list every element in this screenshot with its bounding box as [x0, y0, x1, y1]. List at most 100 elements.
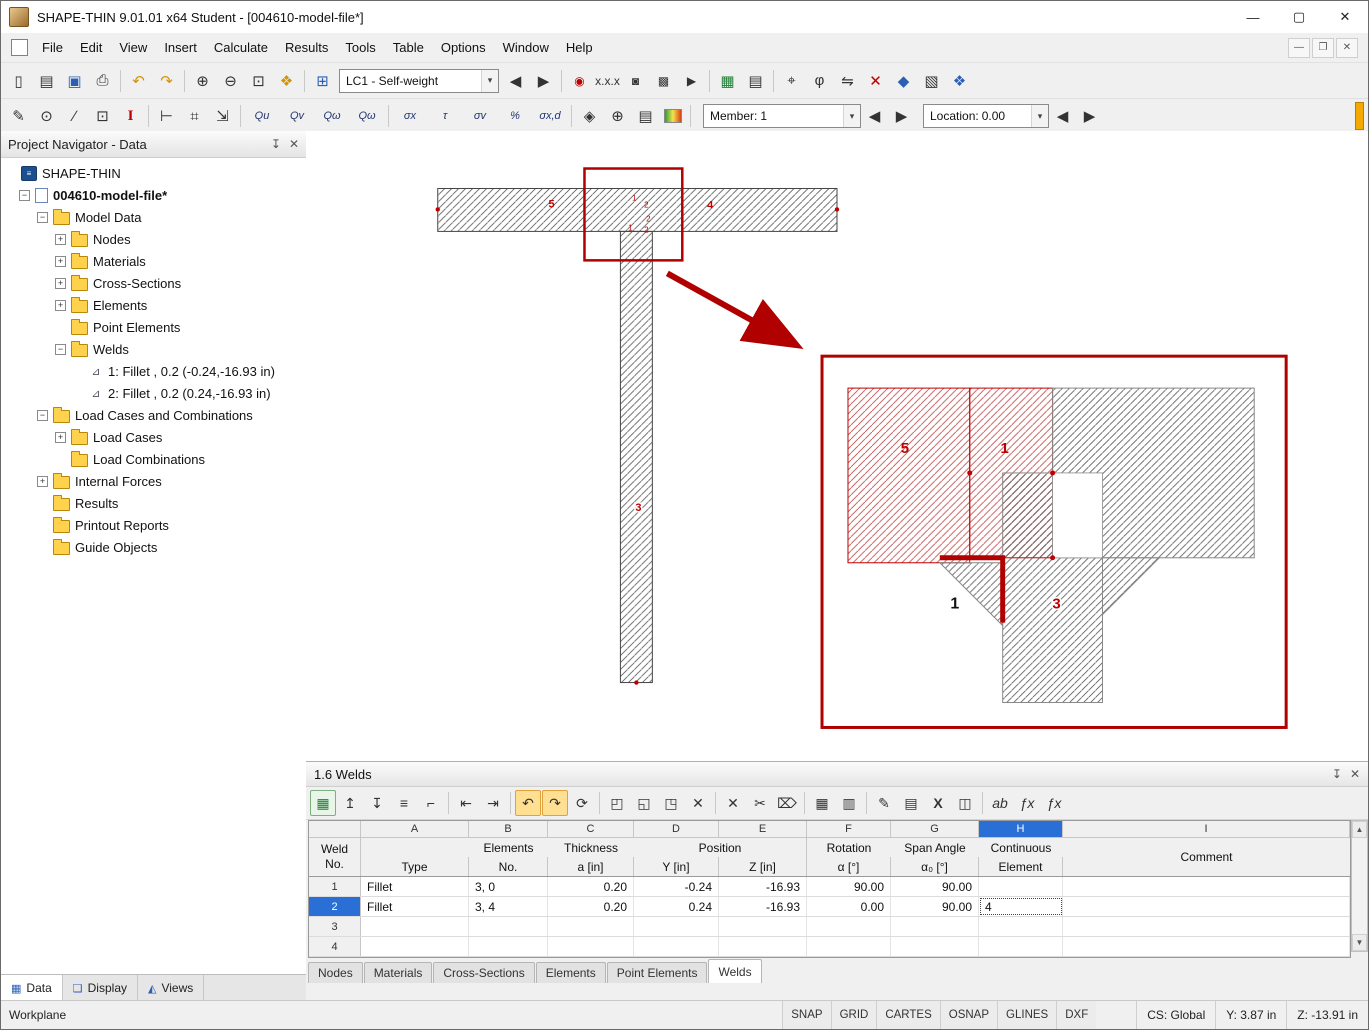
toggle-snap[interactable]: SNAP — [782, 1001, 831, 1029]
chevron-down-icon[interactable]: ▾ — [481, 69, 498, 92]
table-fill-icon[interactable]: ▦ — [809, 790, 835, 816]
scroll-up-icon[interactable]: ▲ — [1352, 821, 1367, 838]
tree-item-printout-reports[interactable]: Printout Reports — [1, 514, 306, 536]
menu-view[interactable]: View — [111, 36, 155, 59]
shear-qv-icon[interactable]: Qv — [280, 103, 314, 130]
toggle-dxf[interactable]: DXF — [1056, 1001, 1097, 1029]
cell-continuous-element[interactable] — [979, 917, 1063, 936]
cell-position-y[interactable]: 0.24 — [634, 897, 719, 916]
measure-icon[interactable]: ⌗ — [181, 103, 208, 130]
tree-expander-icon[interactable]: + — [55, 233, 66, 245]
settings-icon[interactable]: ❖ — [946, 67, 973, 94]
cell-comment[interactable] — [1063, 877, 1350, 896]
tree-item-elements[interactable]: + Elements — [1, 294, 306, 316]
cell-thickness[interactable] — [548, 917, 634, 936]
tree-expander-icon[interactable]: − — [55, 343, 66, 355]
previous-location-icon[interactable]: ◀ — [1049, 103, 1076, 130]
cell-rotation[interactable]: 90.00 — [807, 877, 891, 896]
tree-item-weld-2[interactable]: ⊿ 2: Fillet , 0.2 (0.24,-16.93 in) — [1, 382, 306, 404]
tree-item-results[interactable]: Results — [1, 492, 306, 514]
column-letter-E[interactable]: E — [719, 821, 807, 837]
section-info-icon[interactable]: I — [117, 103, 144, 130]
cell-position-y[interactable] — [634, 917, 719, 936]
new-load-case-icon[interactable]: ⊞ — [309, 67, 336, 94]
table-tab-welds[interactable]: Welds — [708, 959, 762, 983]
percent-icon[interactable]: % — [498, 103, 532, 130]
cell-position-z[interactable] — [719, 937, 807, 956]
menu-insert[interactable]: Insert — [156, 36, 205, 59]
tree-item-welds[interactable]: − Welds — [1, 338, 306, 360]
minimize-button[interactable]: — — [1230, 1, 1276, 33]
column-letter-C[interactable]: C — [548, 821, 634, 837]
cell-comment[interactable] — [1063, 937, 1350, 956]
close-panel-icon[interactable]: ✕ — [1350, 767, 1360, 781]
cell-position-y[interactable]: -0.24 — [634, 877, 719, 896]
tau-icon[interactable]: τ — [428, 103, 462, 130]
cell-type[interactable] — [361, 917, 469, 936]
numbering-icon[interactable]: x.x.x — [594, 67, 621, 94]
zoom-window-icon[interactable]: ⊡ — [245, 67, 272, 94]
cell-span-angle[interactable]: 90.00 — [891, 897, 979, 916]
render-icon[interactable]: ▩ — [650, 67, 677, 94]
table-tab-nodes[interactable]: Nodes — [308, 962, 363, 983]
select-corner-icon[interactable]: ◰ — [604, 790, 630, 816]
table-tab-elements[interactable]: Elements — [535, 962, 606, 983]
calculator-icon[interactable]: ◫ — [952, 790, 978, 816]
menu-options[interactable]: Options — [433, 36, 494, 59]
photo-icon[interactable]: ◙ — [622, 67, 649, 94]
cell-comment[interactable] — [1063, 897, 1350, 916]
tree-item-weld-1[interactable]: ⊿ 1: Fillet , 0.2 (-0.24,-16.93 in) — [1, 360, 306, 382]
cell-span-angle[interactable] — [891, 917, 979, 936]
scroll-down-icon[interactable]: ▼ — [1352, 934, 1367, 951]
zoom-in-icon[interactable]: ⊕ — [189, 67, 216, 94]
cell-type[interactable] — [361, 937, 469, 956]
table-scrollbar[interactable]: ▲ ▼ — [1351, 820, 1368, 952]
sigma-xd-icon[interactable]: σx,d — [533, 103, 567, 130]
cell-elements[interactable]: 3, 0 — [469, 877, 548, 896]
toolbar-handle[interactable] — [1355, 102, 1364, 130]
undo-icon[interactable]: ↶ — [515, 790, 541, 816]
next-load-case-icon[interactable]: ▶ — [530, 67, 557, 94]
cell-type[interactable]: Fillet — [361, 897, 469, 916]
center-icon[interactable]: ⊕ — [604, 103, 631, 130]
chevron-down-icon[interactable]: ▾ — [1031, 105, 1048, 127]
report-icon[interactable]: ▤ — [632, 103, 659, 130]
toggle-osnap[interactable]: OSNAP — [939, 1001, 998, 1029]
redo-icon[interactable]: ↷ — [542, 790, 568, 816]
graphics-canvas[interactable]: 5 4 3 1 2 2 1 2 5 1 3 1 — [306, 131, 1368, 762]
delete-rows-icon[interactable]: ✂ — [747, 790, 773, 816]
menu-file[interactable]: File — [34, 36, 71, 59]
column-letter-I[interactable]: I — [1063, 821, 1350, 837]
insert-node-icon[interactable]: ⊙ — [33, 103, 60, 130]
cell-rotation[interactable]: 0.00 — [807, 897, 891, 916]
table-tab-materials[interactable]: Materials — [363, 962, 433, 983]
tree-item-nodes[interactable]: + Nodes — [1, 228, 306, 250]
navigator-tab-data[interactable]: ▦ Data — [1, 975, 63, 1001]
sigma-x-icon[interactable]: σx — [393, 103, 427, 130]
row-number[interactable]: 3 — [309, 917, 361, 936]
rotate-icon[interactable]: φ — [806, 67, 833, 94]
table-settings-icon[interactable]: ▦ — [310, 790, 336, 816]
animation-icon[interactable]: ▶ — [678, 67, 705, 94]
tree-item-cross-sections[interactable]: + Cross-Sections — [1, 272, 306, 294]
cell-continuous-element[interactable] — [979, 937, 1063, 956]
export-excel-icon[interactable]: X — [925, 790, 951, 816]
column-letter-G[interactable]: G — [891, 821, 979, 837]
cell-elements[interactable] — [469, 917, 548, 936]
refresh-icon[interactable]: ⟳ — [569, 790, 595, 816]
corner-icon[interactable]: ⌐ — [418, 790, 444, 816]
mdi-close-button[interactable]: ✕ — [1336, 37, 1358, 58]
column-letter-F[interactable]: F — [807, 821, 891, 837]
pin-icon[interactable]: ↧ — [271, 137, 281, 151]
tree-item-shape-thin[interactable]: ≡ SHAPE-THIN — [1, 162, 306, 184]
print-icon[interactable]: ⎙ — [89, 67, 116, 94]
cell-type[interactable]: Fillet — [361, 877, 469, 896]
cell-span-angle[interactable]: 90.00 — [891, 877, 979, 896]
shear-qomega2-icon[interactable]: Qω — [350, 103, 384, 130]
formula-clear-icon[interactable]: ƒx — [1041, 790, 1067, 816]
zoom-out-icon[interactable]: ⊖ — [217, 67, 244, 94]
cell-rotation[interactable] — [807, 937, 891, 956]
mirror-icon[interactable]: ⇋ — [834, 67, 861, 94]
row-number[interactable]: 4 — [309, 937, 361, 956]
cell-thickness[interactable] — [548, 937, 634, 956]
